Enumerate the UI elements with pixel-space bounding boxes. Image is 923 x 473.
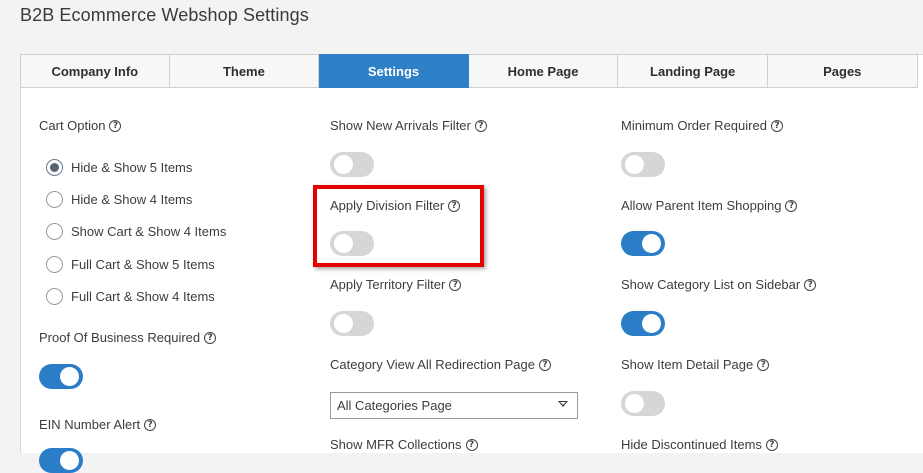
tab-landing-page[interactable]: Landing Page [618, 54, 768, 88]
new-arrivals-filter-text: Show New Arrivals Filter [330, 118, 471, 133]
cart-option-label: Cart Option ? [39, 118, 122, 133]
parent-item-shopping-text: Allow Parent Item Shopping [621, 198, 782, 213]
highlight-annotation-box [313, 185, 484, 267]
question-circle-icon[interactable]: ? [465, 438, 478, 451]
proof-of-business-toggle[interactable] [39, 364, 83, 389]
question-circle-icon[interactable]: ? [474, 119, 487, 132]
radio-label: Full Cart & Show 4 Items [71, 289, 215, 304]
toggle-knob [642, 234, 661, 253]
item-detail-page-label: Show Item Detail Page ? [621, 357, 770, 372]
proof-of-business-label: Proof Of Business Required ? [39, 330, 217, 345]
tab-settings[interactable]: Settings [319, 54, 469, 88]
tab-home-page[interactable]: Home Page [468, 54, 619, 88]
radio-label: Full Cart & Show 5 Items [71, 257, 215, 272]
question-circle-icon[interactable]: ? [144, 418, 157, 431]
toggle-knob [60, 451, 79, 470]
cart-option-hide-show-4[interactable]: Hide & Show 4 Items [46, 191, 192, 208]
cart-option-hide-show-5[interactable]: Hide & Show 5 Items [46, 159, 192, 176]
tab-bar: Company Info Theme Settings Home Page La… [20, 54, 918, 88]
radio-label: Show Cart & Show 4 Items [71, 224, 227, 239]
radio-label: Hide & Show 4 Items [71, 192, 193, 207]
discontinued-items-text: Hide Discontinued Items [621, 437, 762, 452]
question-circle-icon[interactable]: ? [785, 199, 798, 212]
toggle-knob [334, 314, 353, 333]
question-circle-icon[interactable]: ? [204, 331, 217, 344]
category-sidebar-toggle[interactable] [621, 311, 665, 336]
cart-option-text: Cart Option [39, 118, 106, 133]
category-sidebar-label: Show Category List on Sidebar ? [621, 277, 817, 292]
question-circle-icon[interactable]: ? [770, 119, 783, 132]
question-circle-icon[interactable]: ? [539, 358, 551, 371]
territory-filter-toggle[interactable] [330, 311, 374, 336]
caret-down-icon [558, 401, 568, 407]
question-circle-icon[interactable]: ? [449, 278, 462, 291]
ein-number-alert-label: EIN Number Alert ? [39, 417, 157, 432]
parent-item-shopping-toggle[interactable] [621, 231, 665, 256]
minimum-order-text: Minimum Order Required [621, 118, 767, 133]
radio-checked-icon[interactable] [46, 159, 63, 176]
category-sidebar-text: Show Category List on Sidebar [621, 277, 801, 292]
category-redirect-label: Category View All Redirection Page ? [330, 357, 551, 372]
cart-option-show-cart-show-4[interactable]: Show Cart & Show 4 Items [46, 223, 226, 240]
question-circle-icon[interactable]: ? [757, 358, 770, 371]
parent-item-shopping-label: Allow Parent Item Shopping ? [621, 198, 798, 213]
radio-unchecked-icon[interactable] [46, 256, 63, 273]
toggle-knob [60, 367, 79, 386]
page-title: B2B Ecommerce Webshop Settings [20, 5, 309, 25]
radio-unchecked-icon[interactable] [46, 223, 63, 240]
radio-label: Hide & Show 5 Items [71, 160, 193, 175]
new-arrivals-filter-toggle[interactable] [330, 152, 374, 177]
minimum-order-label: Minimum Order Required ? [621, 118, 783, 133]
ein-number-alert-text: EIN Number Alert [39, 417, 141, 432]
mfr-collections-text: Show MFR Collections [330, 437, 462, 452]
radio-unchecked-icon[interactable] [46, 191, 63, 208]
category-redirect-value: All Categories Page [337, 398, 452, 413]
proof-of-business-text: Proof Of Business Required [39, 330, 201, 345]
cart-option-full-cart-show-4[interactable]: Full Cart & Show 4 Items [46, 288, 215, 305]
toggle-knob [625, 155, 644, 174]
cart-option-full-cart-show-5[interactable]: Full Cart & Show 5 Items [46, 256, 215, 273]
question-circle-icon[interactable]: ? [804, 278, 817, 291]
category-redirect-select[interactable]: All Categories Page [330, 392, 578, 419]
minimum-order-toggle[interactable] [621, 152, 665, 177]
tab-company-info[interactable]: Company Info [20, 54, 170, 88]
mfr-collections-label: Show MFR Collections ? [330, 437, 478, 452]
territory-filter-text: Apply Territory Filter [330, 277, 446, 292]
toggle-knob [625, 394, 644, 413]
tab-pages[interactable]: Pages [767, 54, 918, 88]
radio-unchecked-icon[interactable] [46, 288, 63, 305]
discontinued-items-label: Hide Discontinued Items ? [621, 437, 778, 452]
tab-theme[interactable]: Theme [169, 54, 320, 88]
new-arrivals-filter-label: Show New Arrivals Filter ? [330, 118, 487, 133]
question-circle-icon[interactable]: ? [109, 119, 122, 132]
territory-filter-label: Apply Territory Filter ? [330, 277, 462, 292]
question-circle-icon[interactable]: ? [765, 438, 778, 451]
toggle-knob [334, 155, 353, 174]
toggle-knob [642, 314, 661, 333]
item-detail-page-toggle[interactable] [621, 391, 665, 416]
category-redirect-text: Category View All Redirection Page [330, 357, 535, 372]
item-detail-page-text: Show Item Detail Page [621, 357, 754, 372]
